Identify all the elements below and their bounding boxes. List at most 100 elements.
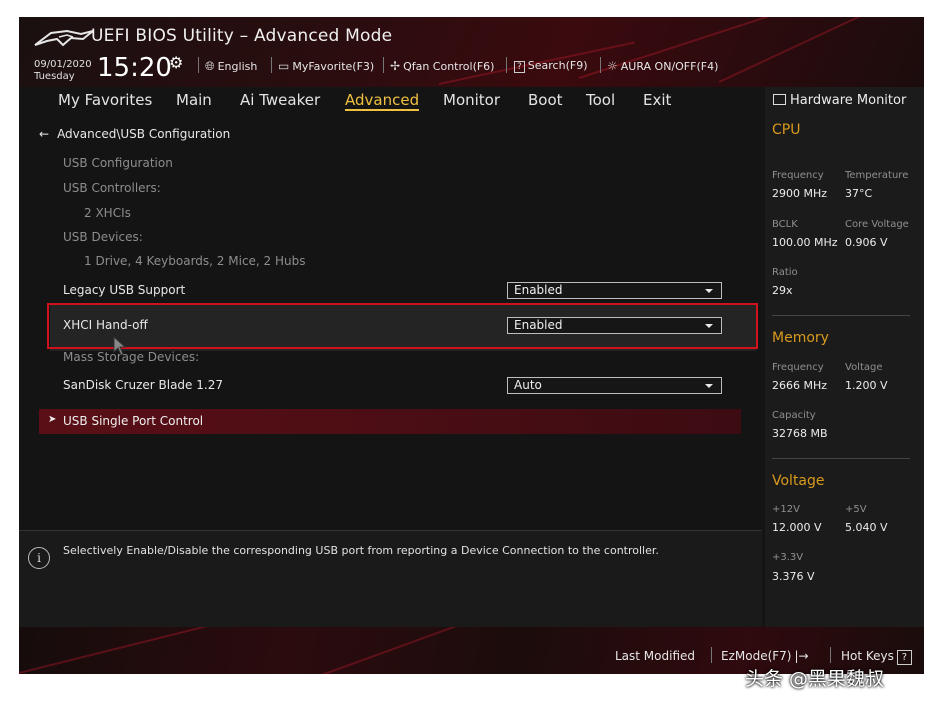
search-button[interactable]: ? Search(F9) xyxy=(514,59,587,73)
decor-slash xyxy=(318,627,470,674)
header-bar: UEFI BIOS Utility – Advanced Mode 09/01/… xyxy=(19,17,924,87)
myfavorite-button[interactable]: ▭ MyFavorite(F3) xyxy=(278,59,374,73)
help-key-icon: ? xyxy=(896,650,912,665)
hw-title-text: Hardware Monitor xyxy=(790,93,907,108)
usb-controllers-value: 2 XHCIs xyxy=(84,206,131,220)
favorites-icon: ▭ xyxy=(278,59,290,73)
ezmode-label: EzMode(F7) xyxy=(721,649,792,663)
help-panel: i Selectively Enable/Disable the corresp… xyxy=(19,530,762,628)
divider xyxy=(271,57,272,73)
usb-config-heading: USB Configuration xyxy=(63,156,173,170)
ezmode-button[interactable]: EzMode(F7) |→ xyxy=(721,649,809,663)
cpu-temperature-label: Temperature xyxy=(845,170,909,181)
qfan-button[interactable]: ✢ Qfan Control(F6) xyxy=(390,59,494,73)
mem-voltage-label: Voltage xyxy=(845,362,883,373)
myfavorite-label: MyFavorite(F3) xyxy=(292,60,375,73)
aura-label: AURA ON/OFF(F4) xyxy=(620,60,719,73)
cpu-frequency-label: Frequency xyxy=(772,170,824,181)
divider xyxy=(772,458,910,459)
usb-controllers-label: USB Controllers: xyxy=(63,181,161,195)
exit-arrow-icon: |→ xyxy=(794,649,809,663)
tab-boot[interactable]: Boot xyxy=(528,91,563,109)
bclk-value: 100.00 MHz xyxy=(772,236,838,249)
submenu-label: USB Single Port Control xyxy=(63,414,204,428)
divider xyxy=(506,57,507,73)
divider xyxy=(772,315,910,316)
chevron-down-icon xyxy=(705,289,713,293)
search-help-icon: ? xyxy=(514,61,525,73)
clock: 15:20 xyxy=(97,53,172,83)
chevron-down-icon xyxy=(705,384,713,388)
annotation-red-box xyxy=(47,303,758,349)
chevron-right-icon: ➤ xyxy=(48,414,57,425)
legacy-usb-support-dropdown[interactable]: Enabled xyxy=(507,282,722,299)
divider xyxy=(830,647,831,663)
v12-label: +12V xyxy=(772,504,800,515)
core-voltage-value: 0.906 V xyxy=(845,236,888,249)
search-label: Search(F9) xyxy=(527,59,588,72)
v33-label: +3.3V xyxy=(772,552,804,563)
cpu-temperature-value: 37°C xyxy=(845,187,873,200)
tab-advanced[interactable]: Advanced xyxy=(345,91,420,111)
v33-value: 3.376 V xyxy=(772,570,815,583)
bios-screen: UEFI BIOS Utility – Advanced Mode 09/01/… xyxy=(19,17,924,674)
dropdown-value: Enabled xyxy=(514,283,563,297)
tab-my-favorites[interactable]: My Favorites xyxy=(58,91,152,109)
divider xyxy=(198,57,199,73)
mem-frequency-label: Frequency xyxy=(772,362,824,373)
rog-logo-icon xyxy=(34,29,94,47)
capacity-label: Capacity xyxy=(772,410,816,421)
day-text: Tuesday xyxy=(34,71,75,82)
monitor-icon xyxy=(773,94,786,105)
usb-devices-label: USB Devices: xyxy=(63,230,143,244)
breadcrumb[interactable]: ← Advanced\USB Configuration xyxy=(39,127,230,141)
divider xyxy=(711,647,712,663)
sandisk-label: SanDisk Cruzer Blade 1.27 xyxy=(63,378,223,392)
mass-storage-label: Mass Storage Devices: xyxy=(63,350,200,364)
help-text: Selectively Enable/Disable the correspon… xyxy=(63,544,659,557)
dropdown-value: Auto xyxy=(514,378,542,392)
mouse-cursor-icon xyxy=(113,336,127,356)
gear-icon[interactable]: ⚙ xyxy=(169,53,183,72)
watermark: 头条 @黑果魏叔 xyxy=(745,668,885,690)
bclk-label: BCLK xyxy=(772,219,798,230)
hotkeys-button[interactable]: Hot Keys? xyxy=(841,649,912,665)
tab-monitor[interactable]: Monitor xyxy=(443,91,500,109)
ratio-value: 29x xyxy=(772,284,793,297)
mem-frequency-value: 2666 MHz xyxy=(772,379,828,392)
sandisk-dropdown[interactable]: Auto xyxy=(507,377,722,394)
decor-slash xyxy=(19,627,214,674)
hardware-monitor-panel: Hardware Monitor CPU Frequency 2900 MHz … xyxy=(765,87,924,627)
capacity-value: 32768 MB xyxy=(772,427,828,440)
hotkeys-label: Hot Keys xyxy=(841,649,894,663)
tab-ai-tweaker[interactable]: Ai Tweaker xyxy=(240,91,320,109)
usb-single-port-control-item[interactable]: ➤ USB Single Port Control xyxy=(39,409,741,434)
language-button[interactable]: 🌐︎ English xyxy=(205,59,257,74)
usb-devices-value: 1 Drive, 4 Keyboards, 2 Mice, 2 Hubs xyxy=(84,254,306,268)
divider xyxy=(383,57,384,73)
aura-button[interactable]: ☼ AURA ON/OFF(F4) xyxy=(607,59,718,73)
last-modified-button[interactable]: Last Modified xyxy=(615,649,695,663)
memory-heading: Memory xyxy=(772,330,829,346)
voltage-heading: Voltage xyxy=(772,473,825,489)
qfan-label: Qfan Control(F6) xyxy=(403,60,495,73)
aura-icon: ☼ xyxy=(607,59,618,73)
legacy-usb-support-label: Legacy USB Support xyxy=(63,283,186,297)
language-label: English xyxy=(217,60,258,73)
back-arrow-icon[interactable]: ← xyxy=(39,127,49,141)
globe-icon: 🌐︎ xyxy=(205,59,215,73)
tab-exit[interactable]: Exit xyxy=(643,91,671,109)
window-title: UEFI BIOS Utility – Advanced Mode xyxy=(91,26,393,46)
date-text: 09/01/2020 xyxy=(34,59,92,70)
hardware-monitor-title: Hardware Monitor xyxy=(773,93,906,108)
tab-tool[interactable]: Tool xyxy=(586,91,615,109)
breadcrumb-text: Advanced\USB Configuration xyxy=(57,127,231,141)
v5-value: 5.040 V xyxy=(845,521,888,534)
tab-main[interactable]: Main xyxy=(176,91,212,109)
ratio-label: Ratio xyxy=(772,267,798,278)
core-voltage-label: Core Voltage xyxy=(845,219,909,230)
mem-voltage-value: 1.200 V xyxy=(845,379,888,392)
v12-value: 12.000 V xyxy=(772,521,822,534)
divider xyxy=(600,57,601,73)
cpu-heading: CPU xyxy=(772,122,801,138)
